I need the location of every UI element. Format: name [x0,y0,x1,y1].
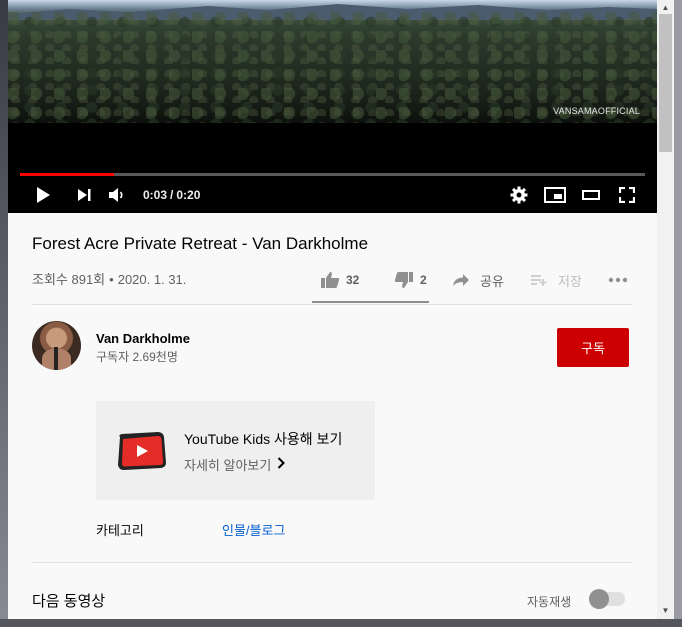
divider-bottom [32,562,632,563]
like-button[interactable]: 32 [320,262,359,298]
video-frame[interactable]: VANSAMAOFFICIAL [8,0,657,123]
fullscreen-icon [619,187,635,203]
scroll-up-arrow-icon[interactable]: ▲ [657,0,674,14]
save-label: 저장 [558,273,582,289]
more-horiz-icon [608,277,628,283]
scroll-thumb[interactable] [659,14,672,152]
toggle-knob [589,589,609,609]
theater-mode-button[interactable] [580,180,602,210]
avatar-detail [54,347,58,370]
view-count: 조회수 891회 [32,272,106,287]
youtube-kids-promo: YouTube Kids 사용해 보기 자세히 알아보기 [96,401,375,500]
channel-name[interactable]: Van Darkholme [96,331,190,346]
share-button[interactable]: 공유 [452,262,504,298]
time-separator: / [170,188,174,202]
volume-icon [109,188,123,202]
next-icon [78,189,91,201]
window-left-edge [0,0,8,627]
settings-button[interactable] [508,180,530,210]
up-next-heading: 다음 동영상 [32,593,106,610]
dislike-count: 2 [420,273,427,287]
time-display: 0:03/0:20 [143,180,200,210]
save-button[interactable]: 저장 [530,262,582,298]
share-label: 공유 [480,273,504,289]
gear-icon [510,186,528,204]
current-time: 0:03 [143,188,168,202]
sentiment-bar [312,301,429,303]
video-actions: 32 2 공유 저장 [312,262,632,298]
category-label: 카테고리 [96,523,144,538]
player-controls: 0:03/0:20 [8,180,657,210]
like-count: 32 [346,273,360,287]
subscribe-button[interactable]: 구독 [557,328,629,367]
dislike-button[interactable]: 2 [394,262,427,298]
miniplayer-icon [544,187,566,203]
window-bottom-edge [0,619,682,627]
video-meta: 조회수 891회 • 2020. 1. 31. [32,269,186,288]
progress-bar[interactable] [20,173,645,176]
add-to-playlist-icon [531,275,547,286]
share-arrow-icon [453,274,469,286]
autoplay-toggle[interactable] [589,589,625,609]
chevron-right-icon [277,457,286,472]
fullscreen-button[interactable] [616,180,638,210]
kids-promo-title: YouTube Kids 사용해 보기 [184,431,343,447]
channel-avatar[interactable] [32,321,81,370]
autoplay-label: 자동재생 [527,595,572,609]
subscriber-count: 구독자 2.69천명 [96,350,178,364]
youtube-watch-page: VANSAMAOFFICIAL 0:03/0:20 Forest Acre Pr… [8,0,657,619]
window-right-edge [674,0,682,627]
mute-button[interactable] [106,180,128,210]
duration: 0:20 [176,188,201,202]
progress-played [20,173,114,176]
next-button[interactable] [72,180,96,210]
miniplayer-button[interactable] [542,180,568,210]
meta-separator: • [109,272,114,287]
scroll-down-arrow-icon[interactable]: ▼ [657,603,674,617]
upload-date: 2020. 1. 31. [117,272,187,287]
theater-mode-icon [582,190,600,200]
play-icon [37,187,50,203]
kids-learn-more-label: 자세히 알아보기 [184,458,272,473]
play-button[interactable] [30,180,56,210]
thumbs-down-icon [394,272,413,288]
kids-learn-more-link[interactable]: 자세히 알아보기 [184,455,286,474]
video-title: Forest Acre Private Retreat - Van Darkho… [32,234,369,253]
divider-top [32,304,632,305]
thumbs-up-icon [321,272,340,288]
vertical-scrollbar[interactable]: ▲ ▼ [657,0,674,619]
more-actions-button[interactable] [608,262,628,298]
video-watermark: VANSAMAOFFICIAL [553,106,640,116]
category-link[interactable]: 인물/블로그 [222,520,285,539]
video-player[interactable]: VANSAMAOFFICIAL 0:03/0:20 [8,0,657,213]
youtube-kids-logo-icon [118,432,166,470]
